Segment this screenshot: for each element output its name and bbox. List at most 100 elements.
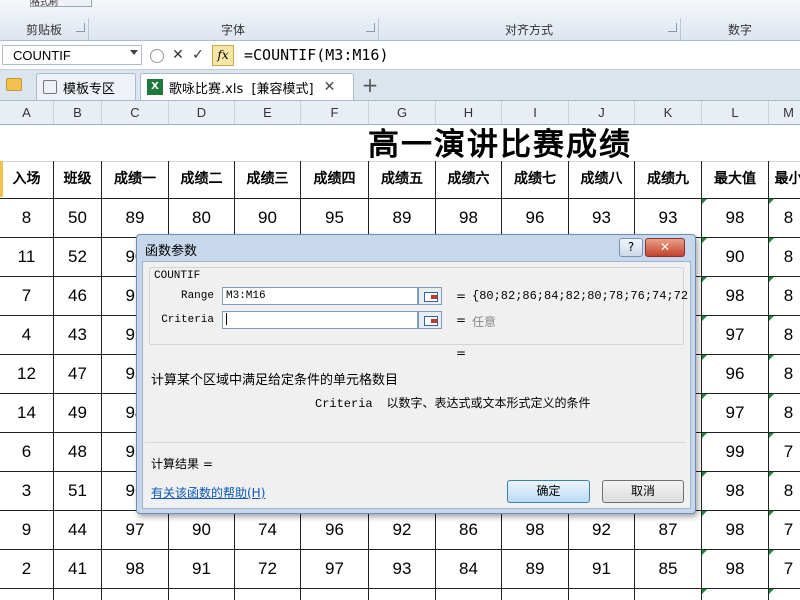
table-cell[interactable]: 50 [54, 199, 102, 238]
table-cell[interactable]: 90 [702, 238, 769, 277]
table-cell[interactable]: 84 [436, 550, 502, 589]
column-header[interactable]: J [569, 101, 635, 125]
header-cell[interactable]: 成绩三 [235, 161, 301, 199]
cancel-button[interactable]: 取消 [602, 480, 684, 503]
table-cell[interactable]: 9 [0, 511, 54, 550]
table-cell[interactable]: 98 [502, 511, 569, 550]
table-cell[interactable]: 91 [169, 550, 235, 589]
column-header[interactable]: F [301, 101, 369, 125]
new-tab-button[interactable]: + [358, 74, 382, 98]
table-cell[interactable]: 7 [769, 511, 800, 550]
column-header[interactable]: A [0, 101, 54, 125]
close-button[interactable]: ✕ [645, 238, 685, 257]
table-cell[interactable]: 8 [0, 199, 54, 238]
header-cell[interactable]: 入场 [0, 161, 54, 199]
table-cell[interactable]: 8 [769, 472, 800, 511]
help-button[interactable]: ? [619, 238, 643, 257]
table-cell[interactable]: 10 [0, 589, 54, 600]
table-cell[interactable]: 96 [702, 355, 769, 394]
close-icon[interactable]: ✕ [324, 79, 336, 95]
column-header[interactable]: M [769, 101, 800, 125]
table-cell[interactable]: 98 [702, 550, 769, 589]
table-cell[interactable]: 8 [769, 394, 800, 433]
table-cell[interactable]: 46 [54, 277, 102, 316]
table-cell[interactable]: 48 [54, 433, 102, 472]
table-cell[interactable]: 98 [301, 589, 369, 600]
column-header[interactable]: K [635, 101, 702, 125]
table-cell[interactable]: 43 [54, 316, 102, 355]
ok-button[interactable]: 确定 [507, 480, 590, 503]
table-cell[interactable]: 90 [569, 589, 635, 600]
table-cell[interactable]: 89 [502, 550, 569, 589]
column-header[interactable]: H [436, 101, 502, 125]
range-input[interactable]: M3:M16 [222, 287, 418, 305]
table-cell[interactable]: 12 [0, 355, 54, 394]
table-cell[interactable]: 52 [54, 238, 102, 277]
table-cell[interactable]: 99 [102, 589, 169, 600]
formula-input[interactable]: =COUNTIF(M3:M16) [244, 45, 389, 65]
header-cell[interactable]: 成绩八 [569, 161, 635, 199]
table-cell[interactable]: 92 [169, 589, 235, 600]
table-cell[interactable]: 90 [235, 199, 301, 238]
table-cell[interactable]: 11 [0, 238, 54, 277]
table-cell[interactable]: 87 [635, 511, 702, 550]
table-cell[interactable]: 98 [436, 199, 502, 238]
header-cell[interactable]: 最大值 [702, 161, 769, 199]
table-cell[interactable]: 7 [769, 550, 800, 589]
column-header[interactable]: D [169, 101, 235, 125]
cancel-icon[interactable]: ✕ [170, 47, 186, 63]
table-cell[interactable]: 72 [235, 550, 301, 589]
table-cell[interactable]: 3 [0, 472, 54, 511]
table-cell[interactable]: 70 [235, 589, 301, 600]
table-cell[interactable]: 44 [54, 511, 102, 550]
header-cell[interactable]: 最小 [769, 161, 800, 199]
table-cell[interactable]: 6 [0, 433, 54, 472]
dialog-launcher-icon[interactable] [366, 23, 375, 32]
table-cell[interactable]: 41 [54, 550, 102, 589]
table-cell[interactable]: 14 [0, 394, 54, 433]
table-cell[interactable]: 51 [54, 589, 102, 600]
table-cell[interactable]: 93 [369, 550, 436, 589]
header-cell[interactable]: 成绩七 [502, 161, 569, 199]
table-cell[interactable]: 91 [569, 550, 635, 589]
table-cell[interactable]: 90 [169, 511, 235, 550]
table-cell[interactable]: 2 [0, 550, 54, 589]
table-cell[interactable]: 8 [769, 355, 800, 394]
insert-function-button[interactable]: fx [212, 45, 234, 66]
table-cell[interactable]: 99 [702, 589, 769, 600]
table-cell[interactable]: 98 [702, 277, 769, 316]
table-cell[interactable]: 7 [0, 277, 54, 316]
table-cell[interactable]: 94 [369, 589, 436, 600]
dialog-launcher-icon[interactable] [76, 23, 85, 32]
criteria-input[interactable] [222, 311, 418, 329]
column-header[interactable]: I [502, 101, 569, 125]
table-cell[interactable]: 7 [769, 433, 800, 472]
table-cell[interactable]: 92 [569, 511, 635, 550]
table-cell[interactable]: 47 [54, 355, 102, 394]
table-cell[interactable]: 89 [102, 199, 169, 238]
table-cell[interactable]: 8 [769, 238, 800, 277]
header-cell[interactable]: 成绩四 [301, 161, 369, 199]
folder-icon[interactable] [6, 78, 22, 91]
expand-icon[interactable] [150, 49, 164, 63]
table-cell[interactable]: 98 [702, 472, 769, 511]
table-cell[interactable]: 8 [769, 199, 800, 238]
table-cell[interactable]: 98 [102, 550, 169, 589]
table-cell[interactable]: 96 [502, 199, 569, 238]
table-cell[interactable]: 93 [569, 199, 635, 238]
column-header[interactable]: C [102, 101, 169, 125]
table-cell[interactable]: 49 [54, 394, 102, 433]
format-painter-button[interactable]: 格式刷 [30, 0, 92, 7]
table-cell[interactable]: 85 [436, 589, 502, 600]
table-cell[interactable]: 7 [769, 589, 800, 600]
table-cell[interactable]: 97 [702, 394, 769, 433]
collapse-dialog-icon[interactable] [418, 311, 442, 329]
table-cell[interactable]: 97 [301, 550, 369, 589]
table-cell[interactable]: 98 [702, 199, 769, 238]
header-cell[interactable]: 成绩二 [169, 161, 235, 199]
table-cell[interactable]: 96 [301, 511, 369, 550]
header-cell[interactable]: 成绩九 [635, 161, 702, 199]
table-cell[interactable]: 86 [635, 589, 702, 600]
table-cell[interactable]: 8 [769, 277, 800, 316]
column-header[interactable]: L [702, 101, 769, 125]
